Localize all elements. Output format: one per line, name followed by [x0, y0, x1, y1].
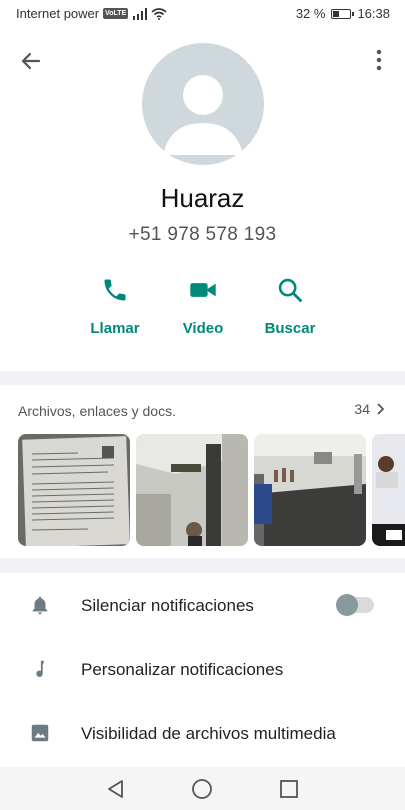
mute-notifications-label: Silenciar notificaciones — [81, 596, 254, 615]
image-icon — [31, 724, 49, 742]
media-thumbnail-document[interactable] — [18, 434, 130, 546]
bell-icon — [32, 596, 48, 615]
arrow-left-icon — [21, 52, 41, 70]
media-visibility-label: Visibilidad de archivos multimedia — [81, 724, 336, 743]
battery-icon — [331, 8, 355, 19]
contact-header: Huaraz +51 978 578 193 Llamar Video Busc… — [0, 28, 405, 371]
more-vert-icon — [376, 49, 382, 71]
chevron-right-icon — [377, 403, 385, 415]
more-options-button[interactable] — [367, 48, 391, 72]
media-count: 34 — [354, 401, 370, 417]
contact-phone: +51 978 578 193 — [128, 224, 277, 245]
status-bar: Internet power VoLTE 32 % 16:38 — [0, 0, 405, 28]
toggle-knob — [336, 594, 358, 616]
music-note-icon — [36, 660, 44, 677]
phone-icon — [104, 279, 126, 301]
status-left: Internet power VoLTE — [16, 6, 167, 21]
mute-notifications-toggle[interactable] — [336, 594, 374, 616]
media-section: Archivos, enlaces y docs. 34 — [0, 385, 405, 558]
search-button[interactable]: Buscar — [250, 276, 330, 337]
nav-back-button[interactable] — [104, 777, 128, 801]
nav-recents-button[interactable] — [277, 777, 301, 801]
section-divider — [0, 558, 405, 573]
settings-list: Silenciar notificaciones Personalizar no… — [0, 573, 405, 767]
video-call-button[interactable]: Video — [163, 276, 243, 337]
avatar[interactable] — [142, 43, 264, 165]
status-right: 32 % 16:38 — [296, 6, 390, 21]
square-recents-icon — [280, 780, 298, 798]
call-button[interactable]: Llamar — [75, 276, 155, 337]
signal-icon — [133, 7, 148, 20]
section-divider — [0, 371, 405, 385]
media-count-link[interactable]: 34 — [354, 401, 387, 417]
circle-home-icon — [192, 779, 212, 799]
media-visibility-row[interactable]: Visibilidad de archivos multimedia — [0, 701, 405, 765]
call-label: Llamar — [90, 320, 140, 337]
triangle-back-icon — [108, 780, 123, 798]
clock: 16:38 — [357, 6, 390, 21]
default-avatar-icon — [163, 75, 243, 155]
battery-percent: 32 % — [295, 6, 326, 21]
system-nav-bar — [0, 767, 405, 810]
video-label: Video — [182, 320, 224, 337]
contact-name: Huaraz — [160, 183, 245, 213]
media-thumbnail-hallway[interactable] — [136, 434, 248, 546]
network-badge: VoLTE — [103, 8, 129, 19]
search-icon — [278, 278, 302, 302]
search-label: Buscar — [264, 320, 316, 337]
media-thumbnails — [18, 434, 405, 547]
back-button[interactable] — [16, 46, 46, 76]
media-thumbnail-portrait[interactable] — [372, 434, 405, 546]
media-thumbnail-courtyard[interactable] — [254, 434, 366, 546]
mute-notifications-row[interactable]: Silenciar notificaciones — [0, 573, 405, 637]
carrier-name: Internet power — [16, 6, 100, 21]
custom-notifications-label: Personalizar notificaciones — [81, 660, 284, 679]
video-icon — [190, 283, 216, 297]
nav-home-button[interactable] — [190, 777, 214, 801]
wifi-icon — [151, 7, 167, 20]
media-title: Archivos, enlaces y docs. — [18, 403, 176, 419]
custom-notifications-row[interactable]: Personalizar notificaciones — [0, 637, 405, 701]
